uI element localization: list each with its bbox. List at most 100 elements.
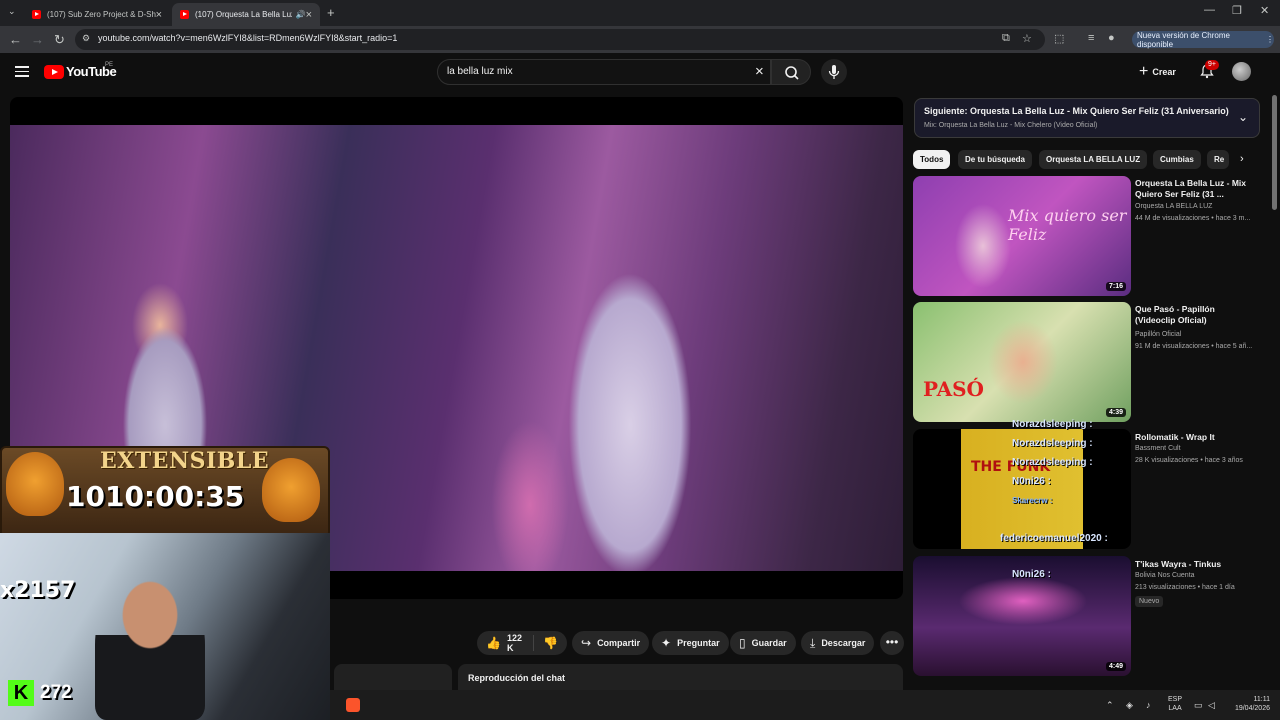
mascot-right-icon (262, 458, 320, 522)
thumbnail-text: PASÓ (923, 377, 984, 401)
bookmark-star-icon[interactable]: ☆ (1022, 32, 1032, 45)
share-button[interactable]: ↪ Compartir (572, 631, 650, 655)
rec-meta: 28 K visualizaciones • hace 3 años (1135, 457, 1243, 464)
ask-button[interactable]: ✦ Preguntar (652, 631, 729, 655)
rec-title[interactable]: Que Pasó - Papillón (Videoclip Oficial) (1135, 304, 1257, 326)
minimize-button[interactable]: — (1204, 4, 1215, 16)
extensions-icon[interactable]: ⬚ (1054, 32, 1064, 45)
like-count[interactable]: 122 K (507, 633, 524, 653)
chevron-right-icon[interactable]: › (1240, 153, 1244, 165)
download-label: Descargar (821, 638, 866, 648)
youtube-favicon-icon (32, 10, 41, 19)
sparkle-icon: ✦ (661, 636, 672, 650)
rec-thumbnail[interactable]: PASÓ 4:39 (913, 302, 1131, 422)
duration-badge: 4:39 (1105, 408, 1126, 417)
chip-all[interactable]: Todos (913, 150, 951, 169)
audio-playing-icon[interactable]: 🔊 (296, 10, 306, 19)
up-next-video-title: Orquesta La Bella Luz - Mix Quiero Ser F… (970, 106, 1229, 116)
combo-counter: x2157 (0, 578, 76, 603)
up-next-title[interactable]: Siguiente: Orquesta La Bella Luz - Mix Q… (924, 106, 1229, 116)
rec-meta: 91 M de visualizaciones • hace 5 añ... (1135, 343, 1253, 350)
brave-browser-icon[interactable] (346, 698, 360, 712)
tab-sub-zero[interactable]: (107) Sub Zero Project & D-Sha × (24, 3, 170, 26)
close-window-button[interactable]: ✕ (1260, 4, 1269, 17)
tab-title: (107) Orquesta La Bella Luz (195, 10, 292, 19)
maximize-button[interactable]: ❐ (1232, 4, 1242, 17)
chip-from-search[interactable]: De tu búsqueda (958, 150, 1033, 169)
duration-badge: 4:49 (1105, 662, 1126, 671)
account-avatar[interactable] (1232, 62, 1251, 81)
chat-overlay-line: Norazdsleeping : (1012, 419, 1093, 430)
up-next-panel[interactable] (914, 98, 1260, 138)
thumbs-down-icon[interactable]: 👎 (543, 636, 558, 650)
create-button[interactable]: + Crear (1131, 60, 1193, 84)
rec-channel[interactable]: Orquesta LA BELLA LUZ (1135, 203, 1212, 210)
bookmark-icon: ▯ (739, 636, 746, 650)
rec-title[interactable]: Orquesta La Bella Luz - Mix Quiero Ser F… (1135, 178, 1257, 200)
clock-date: 19/04/2026 (1234, 705, 1270, 712)
share-arrow-icon: ↪ (581, 636, 592, 650)
ask-label: Preguntar (677, 638, 720, 648)
profile-icon[interactable]: ● (1108, 32, 1115, 44)
close-tab-icon[interactable]: × (306, 9, 312, 21)
kebab-menu-icon[interactable]: ⋮ (1266, 35, 1274, 44)
chat-overlay-line: N0ni26 : (1012, 476, 1051, 487)
chat-overlay-line: Norazdsleeping : (1012, 438, 1093, 449)
tab-search-button[interactable]: ⌄ (8, 6, 16, 17)
rec-title[interactable]: Rollomatik - Wrap It (1135, 432, 1257, 443)
microphone-tray-icon[interactable]: ♪ (1146, 700, 1151, 710)
create-label: Crear (1152, 67, 1176, 77)
tray-chevron-icon[interactable]: ⌃ (1106, 700, 1114, 711)
voice-search-button[interactable] (821, 59, 847, 85)
viewer-count: 272 (40, 682, 72, 703)
windows-taskbar (330, 690, 1280, 720)
timer-title: EXTENSIBLE (100, 448, 270, 474)
rec-channel[interactable]: Papillón Oficial (1135, 331, 1181, 338)
site-info-icon[interactable]: ⚙ (82, 33, 90, 44)
chrome-update-button[interactable]: Nueva versión de Chrome disponible ⋮ (1132, 31, 1274, 49)
save-label: Guardar (751, 638, 787, 648)
volume-icon[interactable]: ◁ (1208, 700, 1215, 711)
reload-icon[interactable]: ↻ (54, 33, 65, 47)
download-icon: ⤓ (810, 635, 816, 650)
up-next-label: Siguiente: (924, 106, 968, 116)
chevron-down-icon[interactable]: ⌄ (1238, 110, 1248, 124)
rec-channel[interactable]: Bassment Cult (1135, 445, 1181, 452)
chat-overlay-line: N0ni26 : (1012, 569, 1051, 580)
rec-meta: 44 M de visualizaciones • hace 3 m... (1135, 215, 1251, 222)
rec-channel[interactable]: Bolivia Nos Cuenta (1135, 572, 1195, 579)
chip-cumbias[interactable]: Cumbias (1153, 150, 1201, 169)
rec-title[interactable]: T'ikas Wayra - Tinkus (1135, 559, 1257, 570)
language-indicator[interactable]: ESP LAA (1168, 695, 1182, 713)
chip-more[interactable]: Re (1207, 150, 1229, 169)
thumbs-up-icon[interactable]: 👍 (486, 636, 501, 650)
hamburger-menu-icon[interactable] (15, 66, 29, 77)
clear-search-icon[interactable]: × (755, 63, 764, 80)
back-arrow-icon[interactable]: ← (9, 33, 22, 47)
more-actions-button[interactable]: ••• (880, 631, 904, 655)
media-controls-icon[interactable]: ≡ (1088, 32, 1094, 44)
network-icon[interactable]: ▭ (1194, 700, 1203, 711)
download-button[interactable]: ⤓ Descargar (801, 631, 875, 655)
microphone-icon (828, 65, 840, 79)
rec-thumbnail[interactable]: Mix quiero ser Feliz 7:16 (913, 176, 1131, 296)
notification-count-badge: 9+ (1205, 60, 1219, 70)
share-label: Compartir (597, 638, 641, 648)
new-tab-button[interactable]: + (327, 5, 335, 20)
tab-orquesta[interactable]: (107) Orquesta La Bella Luz 🔊 × (172, 3, 320, 26)
timer-value: 1010:00:35 (66, 480, 245, 513)
save-button[interactable]: ▯ Guardar (730, 631, 796, 655)
security-icon[interactable]: ◈ (1126, 700, 1133, 711)
chip-orquesta[interactable]: Orquesta LA BELLA LUZ (1039, 150, 1148, 169)
url-text[interactable]: youtube.com/watch?v=men6WzlFYI8&list=RDm… (98, 33, 397, 43)
youtube-logo-icon[interactable] (44, 65, 64, 79)
close-tab-icon[interactable]: × (156, 9, 162, 21)
page-scrollbar[interactable] (1272, 95, 1277, 210)
forward-arrow-icon[interactable]: → (31, 33, 44, 47)
taskbar-clock[interactable]: 11:11 19/04/2026 (1226, 695, 1270, 713)
search-button[interactable] (771, 59, 811, 85)
chat-overlay-line: Skarecrw : (1012, 496, 1053, 505)
install-app-icon[interactable]: ⧉ (1002, 32, 1010, 45)
like-dislike-group: 👍 122 K 👎 (477, 631, 567, 655)
search-query[interactable]: la bella luz mix (447, 66, 513, 77)
